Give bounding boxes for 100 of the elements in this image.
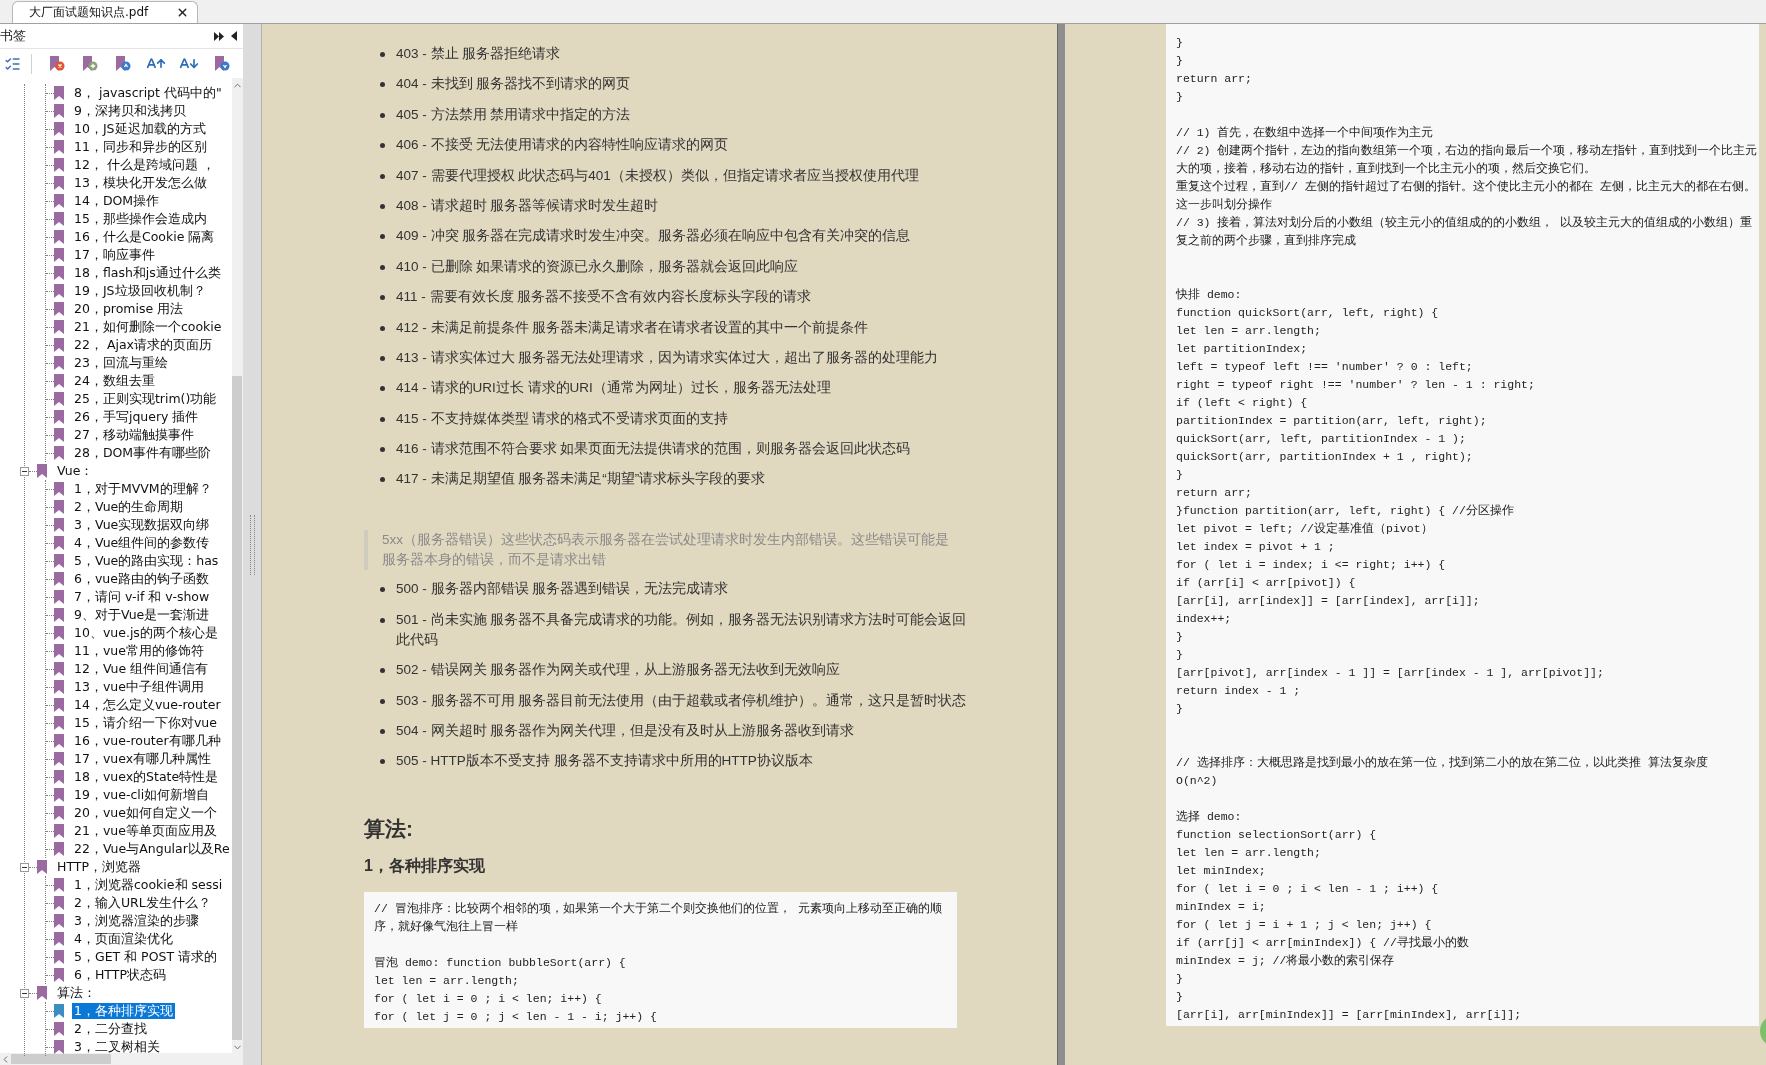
bookmark-item[interactable]: 2，输入URL发生什么？	[72, 895, 213, 911]
bookmark-item[interactable]: 17，响应事件	[72, 247, 157, 263]
close-icon[interactable]	[176, 6, 189, 19]
collapse-icon[interactable]	[20, 988, 29, 998]
bookmark-icon	[54, 572, 64, 586]
bookmark-icon	[54, 590, 64, 604]
bookmark-item[interactable]: HTTP，浏览器	[55, 859, 143, 875]
bookmark-icon	[54, 824, 64, 838]
bookmark-item[interactable]: 4，页面渲染优化	[72, 931, 175, 947]
bookmark-item[interactable]: 20，vue如何自定义一个	[72, 805, 219, 821]
bookmark-item[interactable]: 21，vue等单页面应用及	[72, 823, 219, 839]
bookmark-item[interactable]: 7，请问 v-if 和 v-show	[72, 589, 212, 605]
bookmark-item[interactable]: 算法：	[55, 985, 98, 1001]
bullet-icon	[380, 325, 385, 331]
bookmark-item[interactable]: 2，二分查找	[72, 1021, 149, 1037]
bookmark-item[interactable]: 22，Vue与Angular以及Re	[72, 841, 232, 857]
bookmark-icon	[37, 986, 47, 1000]
code-line: 复之前的两个步骤，直到排序完成	[1176, 233, 1357, 249]
bookmark-item[interactable]: 15，那些操作会造成内	[72, 211, 209, 227]
bookmark-item[interactable]: 5，GET 和 POST 请求的	[72, 949, 220, 965]
bookmark-item[interactable]: 20，promise 用法	[72, 301, 186, 317]
document-tab[interactable]: 大厂面试题知识点.pdf	[12, 1, 198, 23]
bullet-icon	[380, 203, 385, 209]
bullet-icon	[380, 82, 385, 88]
bookmark-item[interactable]: 14，DOM操作	[72, 193, 162, 209]
bookmark-item[interactable]: 18，flash和js通过什么类	[72, 265, 223, 281]
list-item-text: 500 - 服务器内部错误 服务器遇到错误，无法完成请求	[396, 580, 729, 599]
bookmark-item[interactable]: 23，回流与重绘	[72, 355, 170, 371]
bookmark-item[interactable]: 10，JS延迟加载的方式	[72, 121, 208, 137]
bookmark-icon	[54, 86, 64, 100]
double-arrow-icon[interactable]	[214, 31, 225, 41]
bookmark-icon	[54, 446, 64, 460]
bookmark-item[interactable]: 3，浏览器渲染的步骤	[72, 913, 201, 929]
bookmark-item[interactable]: 26，手写jquery 插件	[72, 409, 201, 425]
bookmark-item[interactable]: 6，HTTP状态码	[72, 967, 168, 983]
bookmark-item[interactable]: 27，移动端触摸事件	[72, 427, 196, 443]
bookmark-item[interactable]: 22， Ajax请求的页面历	[72, 337, 214, 353]
bookmark-item[interactable]: 9，深拷贝和浅拷贝	[72, 103, 188, 119]
bookmark-item[interactable]: 1，浏览器cookie和 sessi	[72, 877, 225, 893]
bookmark-item[interactable]: 11，同步和异步的区别	[72, 139, 209, 155]
bookmark-icon	[54, 482, 64, 496]
code-line: for ( let j = 0 ; j < len - 1 - i; j++) {	[374, 1009, 658, 1026]
scrollbar-thumb[interactable]	[11, 1054, 111, 1064]
bookmark-icon	[54, 284, 64, 298]
code-line: quickSort(arr, left, partitionIndex - 1 );	[1176, 431, 1467, 447]
bookmark-item[interactable]: 11，vue常用的修饰符	[72, 643, 206, 659]
code-line: for ( let i = index; i <= right; i++) {	[1176, 557, 1447, 573]
bookmark-item[interactable]: 10、vue.js的两个核心是	[72, 625, 220, 641]
code-line: }	[1176, 467, 1184, 483]
collapse-panel-icon[interactable]	[231, 31, 237, 41]
list-item-text: 403 - 禁止 服务器拒绝请求	[396, 45, 561, 63]
bookmark-item[interactable]: 19，vue-cli如何新增自	[72, 787, 212, 803]
bookmark-item[interactable]: 28，DOM事件有哪些阶	[72, 445, 214, 461]
bookmark-item[interactable]: 2，Vue的生命周期	[72, 499, 186, 515]
bookmark-down-icon[interactable]	[213, 54, 230, 73]
bookmark-item[interactable]: 14，怎么定义vue-router	[72, 697, 223, 713]
bookmark-item[interactable]: 13，模块化开发怎么做	[72, 175, 209, 191]
collapse-icon[interactable]	[20, 466, 29, 476]
blockquote: 5xx（服务器错误）这些状态码表示服务器在尝试处理请求时发生内部错误。这些错误可能是服务器本身的错误，而不是请求出错	[364, 530, 962, 571]
bookmark-x-icon[interactable]	[49, 54, 66, 73]
bookmark-item[interactable]: 4，Vue组件间的参数传	[72, 535, 212, 551]
bookmark-item[interactable]: 5，Vue的路由实现：has	[72, 553, 221, 569]
list-item-text: 413 - 请求实体过大 服务器无法处理请求，因为请求实体过大，超出了服务器的处理能力	[396, 348, 939, 367]
bullet-icon	[380, 617, 385, 623]
code-line: let len = arr.length;	[1176, 323, 1322, 339]
bookmark-item[interactable]: Vue：	[55, 463, 96, 479]
horizontal-scrollbar[interactable]	[0, 1053, 243, 1065]
bookmark-arrow-icon[interactable]	[115, 54, 132, 73]
list-item-text: 412 - 未满足前提条件 服务器未满足请求者在请求者设置的其中一个前提条件	[396, 318, 869, 337]
bookmark-item[interactable]: 21，如何删除一个cookie	[72, 319, 224, 335]
bookmark-item[interactable]: 13，vue中子组件调用	[72, 679, 206, 695]
list-item-text: 502 - 错误网关 服务器作为网关或代理，从上游服务器无法收到无效响应	[396, 661, 841, 680]
bookmark-item[interactable]: 12，Vue 组件间通信有	[72, 661, 211, 677]
bookmark-plus-icon[interactable]	[82, 54, 99, 73]
collapse-icon[interactable]	[20, 862, 29, 872]
scrollbar-thumb[interactable]	[232, 376, 243, 1040]
code-line: if (left < right) {	[1176, 395, 1309, 411]
bookmark-item[interactable]: 24，数组去重	[72, 373, 157, 389]
vertical-scrollbar[interactable]	[231, 78, 243, 1053]
list-item-text: 416 - 请求范围不符合要求 如果页面无法提供请求的范围，则服务器会返回此状态码	[396, 440, 911, 459]
bookmark-item[interactable]: 19，JS垃圾回收机制？	[72, 283, 208, 299]
bookmark-item[interactable]: 25，正则实现trim()功能	[72, 391, 219, 407]
bookmark-item[interactable]: 1，对于MVVM的理解？	[72, 481, 214, 497]
bookmark-item[interactable]: 8， javascript 代码中的"	[72, 85, 224, 101]
bookmark-item[interactable]: 16，什么是Cookie 隔离	[72, 229, 217, 245]
bookmark-item[interactable]: 17，vuex有哪几种属性	[72, 751, 214, 767]
bookmark-icon	[54, 698, 64, 712]
bookmark-item[interactable]: 6，vue路由的钩子函数	[72, 571, 211, 587]
code-line: for ( let j = i + 1 ; j < len; j++) {	[1176, 917, 1433, 933]
splitter-grip[interactable]	[249, 514, 255, 575]
bookmark-icon	[54, 122, 64, 136]
bookmark-item[interactable]: 1，各种排序实现	[72, 1003, 175, 1019]
list-item-text: 411 - 需要有效长度 服务器不接受不含有效内容长度标头字段的请求	[396, 288, 812, 307]
bookmark-item[interactable]: 15，请介绍一下你对vue	[72, 715, 219, 731]
bookmark-item[interactable]: 12， 什么是跨域问题 ，	[72, 157, 217, 173]
bookmark-item[interactable]: 3，二叉树相关	[72, 1039, 162, 1055]
bookmark-item[interactable]: 16，vue-router有哪几种	[72, 733, 223, 749]
bookmark-item[interactable]: 3，Vue实现数据双向绑	[72, 517, 212, 533]
bookmark-item[interactable]: 9、对于Vue是一套渐进	[72, 607, 212, 623]
bookmark-item[interactable]: 18，vuex的State特性是	[72, 769, 221, 785]
